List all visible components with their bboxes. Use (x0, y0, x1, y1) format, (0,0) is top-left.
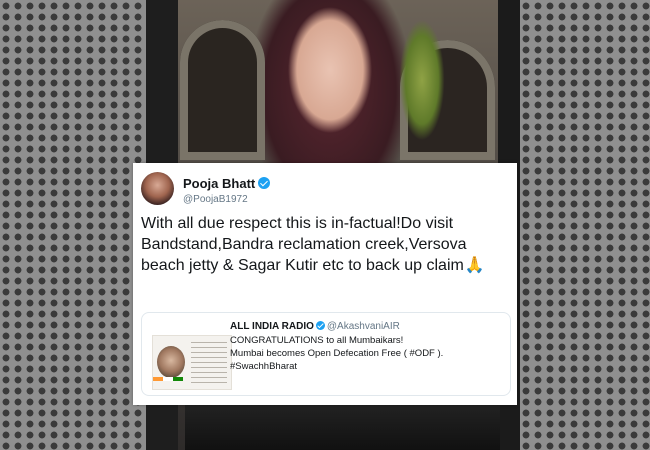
certificate-text-lines (191, 342, 227, 386)
user-handle[interactable]: @PoojaB1972 (183, 194, 248, 205)
folded-hands-emoji: 🙏 (464, 257, 485, 274)
display-name[interactable]: Pooja Bhatt (183, 176, 255, 191)
quoted-tweet[interactable]: ALL INDIA RADIO @AkashvaniAIR CONGRATULAT… (141, 312, 511, 396)
portrait-figure (157, 346, 185, 378)
tricolor-band (153, 377, 183, 381)
verified-badge-icon (258, 177, 271, 189)
quoted-line: Mumbai becomes Open Defecation Free ( #O… (230, 348, 444, 359)
tweet-text-content: With all due respect this is in-factual!… (141, 215, 467, 274)
quoted-tweet-image[interactable] (152, 335, 232, 390)
quoted-hashtag[interactable]: #SwachhBharat (230, 360, 505, 373)
background-figure-lower (185, 405, 500, 450)
name-row: Pooja Bhatt (183, 175, 271, 193)
avatar[interactable] (141, 172, 174, 205)
background-arch (180, 20, 265, 160)
quoted-display-name[interactable]: ALL INDIA RADIO (230, 321, 314, 332)
quoted-verified-badge-icon (315, 321, 325, 330)
quoted-user-handle[interactable]: @AkashvaniAIR (327, 321, 400, 332)
quoted-tweet-header: ALL INDIA RADIO @AkashvaniAIR (230, 321, 400, 332)
tweet-card[interactable]: Pooja Bhatt @PoojaB1972 With all due res… (133, 163, 517, 405)
mesh-screen-left (0, 0, 150, 450)
tweet-text: With all due respect this is in-factual!… (141, 213, 511, 276)
mesh-screen-right (520, 0, 650, 450)
quoted-tweet-text: CONGRATULATIONS to all Mumbaikars! Mumba… (230, 334, 505, 373)
quoted-line: CONGRATULATIONS to all Mumbaikars! (230, 335, 404, 346)
background-plant (392, 0, 452, 160)
